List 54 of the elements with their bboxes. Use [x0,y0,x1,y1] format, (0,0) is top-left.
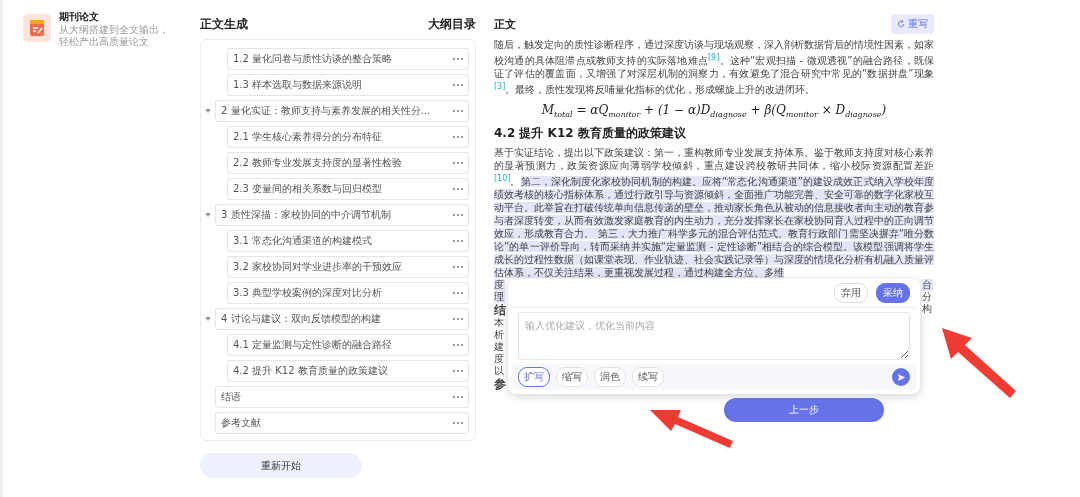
send-button[interactable] [892,368,910,387]
app-title: 期刊论文 [59,10,100,24]
section-heading: 4.2 提升 K12 教育质量的政策建议 [494,125,687,143]
outline-item[interactable]: 4.1 定量监测与定性诊断的融合路径 [227,334,469,356]
caret-icon[interactable] [205,213,211,217]
body-paragraph: 基于实证结论，提出以下政策建议：第一，重构教师专业发展支持体系。鉴于教师支持度对核心素养的显著预测力，政策资源应向薄弱学校倾斜，重点建设跨校教研共同体，缩小校际资源配置差距$^{[10]}$。第二，深化制度化家校协同机制的构建。应将“常态化沟通渠道”的建设成效正式纳入学校年度绩效考核的核心指标体系，通过行政引导与资源倾斜，全面推广功能完善、安全可靠的数字化家校互动平台。此举旨在打破传统单向信息传递的壁垒，推动家长角色从被动的信息接收者向主动的教育参与者深度转变，从而有效激发家庭教育的内生动力，充分发挥家长在家校协同育人过程中的正向调节效应，形成教育合力。 第三，大力推广科学多元的混合评估范式。教育行政部门需坚决摒弃“唯分数论”的单一评价导向，转而采纳并实施“定量监测 - 定性诊断”相结合的综合模型。该模型强调将学生成长的过程性数据（如课堂表现、作业轨迹、社会实践记录等）与深度的情境化分析有机融入质量评估体系，不仅关注结果，更重视发展过程，通过构建全方位、多维 [494,146,934,279]
caret-icon[interactable] [205,317,211,321]
previous-button[interactable]: 上一步 [724,398,884,423]
app-description: 从大纲搭建到全文输出， [59,24,169,36]
cut-text: 分 [922,291,933,304]
refresh-icon [897,20,905,28]
cut-text: 台 [922,279,933,292]
document-pencil-icon [23,14,51,42]
accept-button[interactable]: 采纳 [876,283,910,304]
outline-item[interactable]: 2.3 变量间的相关系数与回归模型 [227,178,469,200]
caret-icon[interactable] [205,109,211,113]
discard-button[interactable]: 弃用 [834,283,868,304]
outline-item[interactable]: 3 质性深描：家校协同的中介调节机制 [215,204,469,226]
cut-text: 以 [494,365,505,378]
outline-item[interactable]: 1.3 样本选取与数据来源说明 [227,74,469,96]
cut-text: 析 [494,329,505,342]
outline-item[interactable]: 4.2 提升 K12 教育质量的政策建议 [227,360,469,382]
cut-text: 度 [494,353,505,365]
restart-button[interactable]: 重新开始 [200,453,362,478]
outline-item[interactable]: 2.1 学生核心素养得分的分布特征 [227,126,469,148]
outline-item[interactable]: 3.3 典型学校案例的深度对比分析 [227,282,469,304]
panel-title: 正文生成 [200,16,248,33]
outline-item[interactable]: 2 量化实证：教师支持与素养发展的相关性分... [215,100,469,122]
mode-chip[interactable]: 缩写 [556,367,588,388]
cut-heading: 结 [494,304,505,317]
body-paragraph: 随后，触发定向的质性诊断程序，通过深度访谈与现场观察，深入剖析数据背后的情境性因素，如家校沟通的具体阻滞点或教师支持的实际落地难点$^{[9]}$。这种“宏观扫描 - 微观透视”的融合路径，既保证了评估的覆盖面，又增强了对深层机制的洞察力，有效避免了混合研究中常见的“数据拼盘”现象$^{[3]}$。最终，质性发现将反哺量化指标的优化，形成螺旋上升的改进闭环。 [494,38,934,97]
panel-title: 大纲目录 [428,16,476,33]
outline-item[interactable]: 结语 [215,386,469,408]
outline-item[interactable]: 3.2 家校协同对学业进步率的干预效应 [227,256,469,278]
outline-item[interactable]: 4 讨论与建议：双向反馈模型的构建 [215,308,469,330]
outline-item[interactable]: 2.2 教师专业发展支持度的显著性检验 [227,152,469,174]
cut-text: 构 [922,303,933,316]
send-icon [896,372,906,382]
mode-chip[interactable]: 润色 [594,367,626,388]
cut-text: 本 [494,317,505,330]
rewrite-button[interactable]: 重写 [891,14,934,34]
mode-chip[interactable]: 续写 [632,367,664,388]
cut-text: 理 [494,291,505,304]
app-description: 轻松产出高质量论文 [59,36,150,48]
cut-heading: 参 [494,378,505,391]
math-formula: M$_{total}$ = αQ$_{monitor}$ + (1 − α)D$_{diagnose}$ + β(Q$_{monitor}$ × D$_{diagnose}$) [540,101,888,122]
mode-chip[interactable]: 扩写 [518,367,550,388]
cut-text: 建 [494,341,505,353]
outline-item[interactable]: 1.2 量化问卷与质性访谈的整合策略 [227,48,469,70]
cut-text: 度 [494,279,505,292]
suggestion-input[interactable]: 输入优化建议，优化当前内容 [518,312,910,361]
outline-item[interactable]: 3.1 常态化沟通渠道的构建模式 [227,230,469,252]
outline-item[interactable]: 参考文献 [215,412,469,434]
panel-title: 正文 [494,16,516,32]
